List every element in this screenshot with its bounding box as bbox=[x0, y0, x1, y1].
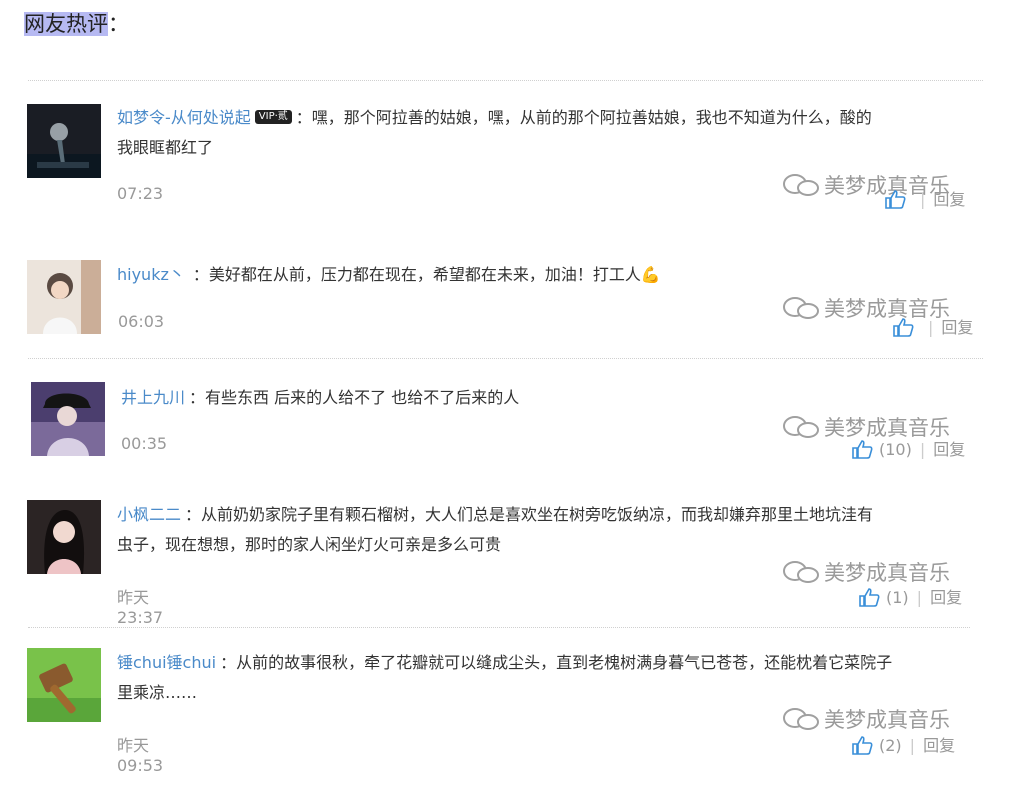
comment-time: 昨天09:53 bbox=[117, 736, 164, 775]
comment-body-line: 从前奶奶家院子里有颗石榴树，大人们总是喜欢坐在树旁吃饭纳凉，而我却嫌弃那里土地坑… bbox=[201, 505, 874, 524]
avatar[interactable] bbox=[27, 104, 101, 178]
comment-username[interactable]: 如梦令-从何处说起 bbox=[117, 108, 251, 127]
section-title-colon: ： bbox=[108, 12, 129, 36]
reply-link[interactable]: 回复 bbox=[941, 318, 973, 337]
comment-body-line: 有些东西 后来的人给不了 也给不了后来的人 bbox=[205, 388, 520, 407]
action-divider: | bbox=[909, 736, 916, 755]
action-divider: | bbox=[919, 440, 926, 459]
comment-text: 锤chui锤chui ：从前的故事很秋，牵了花瓣就可以缝成尘头，直到老槐树满身暮气… bbox=[117, 648, 987, 708]
comment-actions: | 回复 bbox=[884, 186, 965, 213]
wechat-icon bbox=[782, 415, 820, 444]
comment-actions: (2) | 回复 bbox=[851, 732, 955, 759]
comment-actions: | 回复 bbox=[892, 314, 973, 341]
avatar[interactable] bbox=[27, 500, 101, 574]
comment-body-line: 美好都在从前，压力都在现在，希望都在未来，加油！打工人💪 bbox=[208, 265, 661, 284]
comment-separator: ： bbox=[295, 108, 312, 127]
comment-body-line: 我眼眶都红了 bbox=[117, 138, 214, 157]
comment-username[interactable]: 小枫二二 bbox=[117, 505, 181, 524]
action-divider: | bbox=[916, 588, 923, 607]
divider bbox=[28, 627, 970, 628]
comment-time: 06:03 bbox=[118, 312, 165, 331]
action-divider: | bbox=[928, 318, 934, 337]
comment-actions: (1) | 回复 bbox=[858, 584, 962, 611]
comment-separator: ： bbox=[192, 265, 209, 284]
comment-username[interactable]: hiyukz丶 bbox=[117, 265, 185, 284]
comment-text: hiyukz丶 ：美好都在从前，压力都在现在，希望都在未来，加油！打工人💪 bbox=[117, 260, 987, 290]
reply-link[interactable]: 回复 bbox=[923, 736, 955, 755]
vip-badge: VIP·贰 bbox=[254, 110, 292, 124]
comment-body-line: 里乘凉…… bbox=[117, 683, 198, 702]
comment-time: 07:23 bbox=[117, 184, 164, 203]
comment-body-line: 嘿，那个阿拉善的姑娘，嘿，从前的那个阿拉善姑娘，我也不知道为什么，酸的 bbox=[311, 108, 872, 127]
like-count: (10) bbox=[879, 440, 912, 459]
comment-time: 昨天23:37 bbox=[117, 588, 164, 627]
watermark-text: 美梦成真音乐 bbox=[824, 708, 950, 732]
like-count: (2) bbox=[879, 736, 902, 755]
comment-username[interactable]: 井上九川 bbox=[121, 388, 185, 407]
thumbs-up-icon[interactable] bbox=[851, 735, 873, 759]
avatar[interactable] bbox=[27, 648, 101, 722]
wechat-icon bbox=[782, 173, 820, 202]
divider bbox=[28, 358, 983, 359]
reply-link[interactable]: 回复 bbox=[933, 440, 965, 459]
wechat-icon bbox=[782, 560, 820, 589]
thumbs-up-icon[interactable] bbox=[892, 317, 914, 341]
action-divider: | bbox=[920, 190, 926, 209]
comment-separator: ： bbox=[220, 653, 237, 672]
comment-actions: (10) | 回复 bbox=[851, 436, 965, 463]
comment-time: 00:35 bbox=[121, 434, 168, 453]
watermark-text: 美梦成真音乐 bbox=[824, 561, 950, 585]
section-title: 网友热评： bbox=[24, 8, 129, 38]
comment-separator: ： bbox=[185, 505, 202, 524]
wechat-icon bbox=[782, 296, 820, 325]
thumbs-up-icon[interactable] bbox=[851, 439, 873, 463]
comment-body-line: 虫子，现在想想，那时的家人闲坐灯火可亲是多么可贵 bbox=[117, 535, 502, 554]
comment-username[interactable]: 锤chui锤chui bbox=[117, 653, 216, 672]
reply-link[interactable]: 回复 bbox=[933, 190, 965, 209]
divider bbox=[28, 80, 983, 81]
comment-separator: ： bbox=[189, 388, 206, 407]
thumbs-up-icon[interactable] bbox=[858, 587, 880, 611]
avatar[interactable] bbox=[31, 382, 105, 456]
comment-text: 小枫二二 ：从前奶奶家院子里有颗石榴树，大人们总是喜欢坐在树旁吃饭纳凉，而我却嫌弃… bbox=[117, 500, 987, 560]
wechat-icon bbox=[782, 707, 820, 736]
avatar[interactable] bbox=[27, 260, 101, 334]
comment-text: 如梦令-从何处说起 VIP·贰 ：嘿，那个阿拉善的姑娘，嘿，从前的那个阿拉善姑娘，我… bbox=[117, 103, 987, 163]
reply-link[interactable]: 回复 bbox=[930, 588, 962, 607]
comment-text: 井上九川 ：有些东西 后来的人给不了 也给不了后来的人 bbox=[121, 383, 981, 413]
comment-body-line: 从前的故事很秋，牵了花瓣就可以缝成尘头，直到老槐树满身暮气已苍苍，还能枕着它菜院… bbox=[236, 653, 893, 672]
section-title-text: 网友热评 bbox=[24, 12, 108, 36]
like-count: (1) bbox=[886, 588, 909, 607]
thumbs-up-icon[interactable] bbox=[884, 189, 906, 213]
